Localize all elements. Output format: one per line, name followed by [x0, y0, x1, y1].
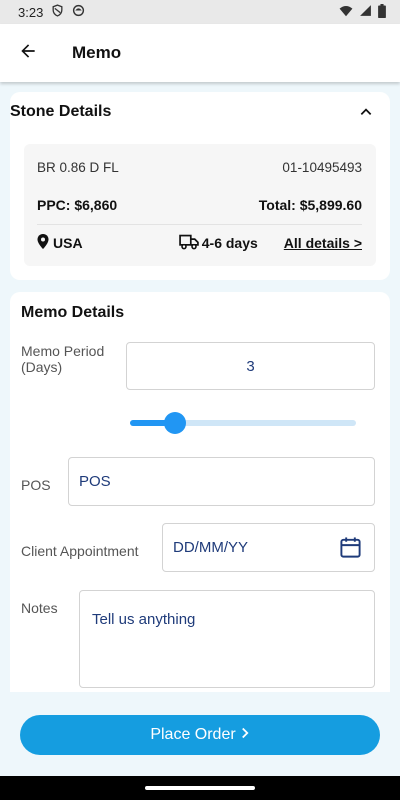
arrow-left-icon: [18, 41, 38, 66]
stone-details-title: Stone Details: [10, 103, 112, 120]
shipping-time: 4-6 days: [178, 234, 258, 253]
memo-period-value: 3: [246, 357, 255, 375]
app-bar: Memo: [0, 24, 400, 82]
total-value: Total: $5,899.60: [258, 197, 362, 213]
divider: [37, 224, 362, 225]
stone-description: BR 0.86 D FL: [37, 159, 119, 175]
circle-icon: [72, 4, 85, 20]
stock-id: 01-10495493: [282, 159, 362, 175]
place-order-label: Place Order: [150, 726, 236, 743]
wifi-icon: [339, 5, 353, 20]
all-details-link[interactable]: All details >: [284, 235, 362, 251]
memo-period-input[interactable]: 3: [126, 342, 375, 390]
memo-period-label-line1: Memo Period: [21, 343, 105, 359]
calendar-icon[interactable]: [339, 536, 362, 563]
location-text: USA: [53, 235, 83, 251]
stone-details-header[interactable]: Stone Details: [10, 92, 390, 132]
slider-thumb[interactable]: [164, 412, 187, 434]
bottom-action-area: Place Order: [0, 692, 400, 776]
shield-icon: [51, 4, 64, 20]
client-appointment-label: Client Appointment: [21, 543, 139, 559]
location-pin-icon: [37, 234, 49, 252]
stone-details-card: Stone Details BR 0.86 D FL 01-10495493 P…: [10, 92, 390, 280]
signal-icon: [359, 4, 372, 20]
status-time: 3:23: [18, 4, 44, 20]
status-bar: 3:23: [0, 0, 400, 24]
pos-placeholder: POS: [79, 473, 111, 490]
page-title: Memo: [72, 43, 122, 62]
ppc-value: PPC: $6,860: [37, 197, 118, 213]
back-button[interactable]: [0, 24, 56, 82]
pos-input[interactable]: POS: [68, 457, 375, 506]
shipping-text: 4-6 days: [201, 235, 258, 251]
notes-label: Notes: [21, 600, 58, 616]
notes-placeholder: Tell us anything: [92, 611, 196, 628]
chevron-right-icon: [240, 726, 250, 744]
chevron-up-icon[interactable]: [354, 100, 378, 124]
memo-period-slider[interactable]: [130, 412, 356, 434]
memo-period-label-line2: (Days): [21, 359, 63, 375]
memo-details-title: Memo Details: [21, 304, 125, 321]
notes-textarea[interactable]: Tell us anything: [79, 590, 375, 688]
location: USA: [37, 234, 83, 252]
memo-details-card: Memo Details Memo Period (Days) 3 POS PO…: [10, 292, 390, 692]
system-nav-bar: [0, 776, 400, 800]
date-placeholder: DD/MM/YY: [173, 539, 248, 556]
stone-summary: BR 0.86 D FL 01-10495493 PPC: $6,860 Tot…: [24, 144, 376, 266]
place-order-button[interactable]: Place Order: [20, 715, 380, 755]
home-indicator[interactable]: [145, 786, 255, 790]
client-appointment-input[interactable]: DD/MM/YY: [162, 523, 375, 572]
battery-icon: [378, 3, 386, 21]
memo-period-label: Memo Period (Days): [21, 343, 104, 375]
truck-icon: [178, 234, 199, 253]
pos-label: POS: [21, 477, 51, 493]
